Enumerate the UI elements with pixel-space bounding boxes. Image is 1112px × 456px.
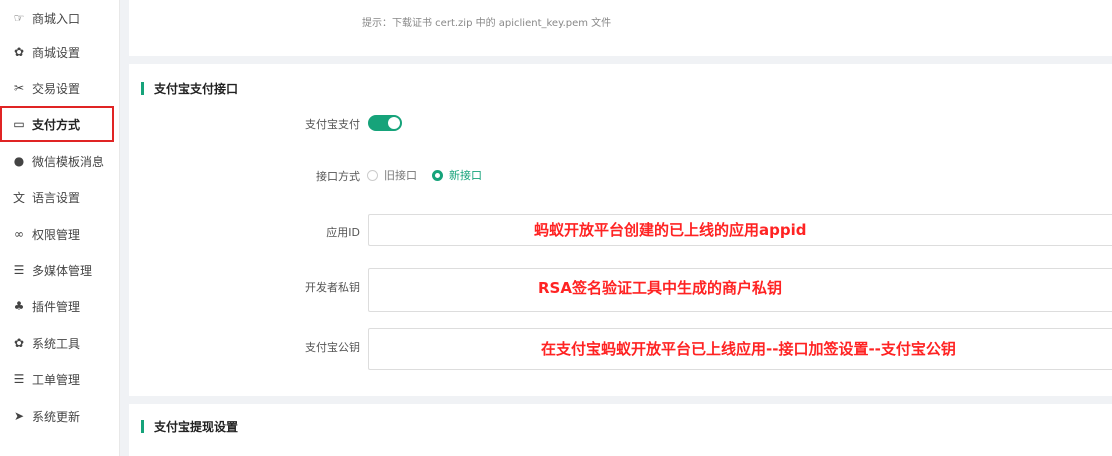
alipay-withdraw-card: 支付宝提现设置 [129,404,1112,456]
alipay-pay-label: 支付宝支付 [305,118,360,131]
sidebar-item-label: 交易设置 [32,81,81,96]
main-content: 提示：下载证书 cert.zip 中的 apiclient_key.pem 文件… [121,0,1112,456]
gear-icon: ✿ [13,45,25,59]
annotation-private-key: RSA签名验证工具中生成的商户私钥 [538,279,782,297]
sidebar-item-language[interactable]: 文 语言设置 [0,179,120,215]
sidebar-item-label: 支付方式 [32,117,81,132]
gear-icon: ✿ [13,336,25,350]
alipay-interface-card: 支付宝支付接口 支付宝支付 接口方式 旧接口 新接口 应用ID 开发者私钥 支付… [129,64,1112,396]
section-title-text: 支付宝支付接口 [154,82,239,96]
send-icon: ➤ [13,409,25,423]
sidebar-item-mall-settings[interactable]: ✿ 商城设置 [0,34,120,70]
language-icon: 文 [12,190,25,205]
permission-icon: ∞ [14,227,24,241]
app-id-label: 应用ID [326,226,360,239]
alipay-pay-toggle[interactable] [368,115,402,131]
sidebar-item-label: 系统更新 [32,409,81,424]
sidebar: ☞ 商城入口 ✿ 商城设置 ✂ 交易设置 ▭ 支付方式 ● 微信模板消息 文 语… [0,0,120,456]
sidebar-item-label: 微信模板消息 [32,154,105,169]
section-accent-bar [141,82,144,95]
alipay-public-key-label: 支付宝公钥 [305,341,360,354]
cert-tip: 提示：下载证书 cert.zip 中的 apiclient_key.pem 文件 [362,18,612,29]
sidebar-item-label: 权限管理 [32,227,81,242]
list-icon: ☰ [13,263,25,277]
credit-card-icon: ▭ [13,117,25,131]
section-title-alipay-interface: 支付宝支付接口 [141,80,238,97]
plugin-icon: ♣ [13,299,25,313]
wechat-icon: ● [13,154,25,168]
sidebar-item-label: 语言设置 [32,190,81,205]
dev-private-key-label: 开发者私钥 [305,281,360,294]
sidebar-item-system-update[interactable]: ➤ 系统更新 [0,398,120,434]
section-title-text: 支付宝提现设置 [154,420,239,434]
radio-label: 旧接口 [384,169,417,182]
sidebar-item-wechat-template[interactable]: ● 微信模板消息 [0,143,120,179]
sidebar-item-label: 工单管理 [32,372,81,387]
section-accent-bar [141,420,144,433]
toggle-knob [388,117,400,129]
radio-label: 新接口 [449,169,482,182]
annotation-app-id: 蚂蚁开放平台创建的已上线的应用appid [534,221,807,239]
sidebar-item-system-tools[interactable]: ✿ 系统工具 [0,325,120,361]
cert-card: 提示：下载证书 cert.zip 中的 apiclient_key.pem 文件 [129,0,1112,56]
interface-method-label: 接口方式 [316,170,360,183]
sidebar-item-tickets[interactable]: ☰ 工单管理 [0,361,120,397]
radio-new-interface[interactable]: 新接口 [432,167,482,183]
wrench-icon: ✂ [13,81,25,95]
hand-pointer-icon: ☞ [13,11,25,25]
sidebar-item-media[interactable]: ☰ 多媒体管理 [0,252,120,288]
sidebar-item-plugins[interactable]: ♣ 插件管理 [0,288,120,324]
radio-old-interface[interactable]: 旧接口 [367,167,417,183]
radio-dot [367,169,378,181]
sidebar-item-payment-methods[interactable]: ▭ 支付方式 [0,106,114,142]
annotation-public-key: 在支付宝蚂蚁开放平台已上线应用--接口加签设置--支付宝公钥 [541,340,956,358]
sidebar-item-label: 系统工具 [32,336,81,351]
section-title-alipay-withdraw: 支付宝提现设置 [141,418,238,435]
list-icon: ☰ [13,372,25,386]
sidebar-item-label: 多媒体管理 [32,263,93,278]
sidebar-item-trade-settings[interactable]: ✂ 交易设置 [0,70,120,106]
sidebar-item-permissions[interactable]: ∞ 权限管理 [0,216,120,252]
sidebar-item-label: 插件管理 [32,299,81,314]
radio-dot [432,169,443,181]
sidebar-item-label: 商城设置 [32,45,81,60]
sidebar-item-mall-entry[interactable]: ☞ 商城入口 [0,0,120,36]
sidebar-item-label: 商城入口 [32,11,81,26]
